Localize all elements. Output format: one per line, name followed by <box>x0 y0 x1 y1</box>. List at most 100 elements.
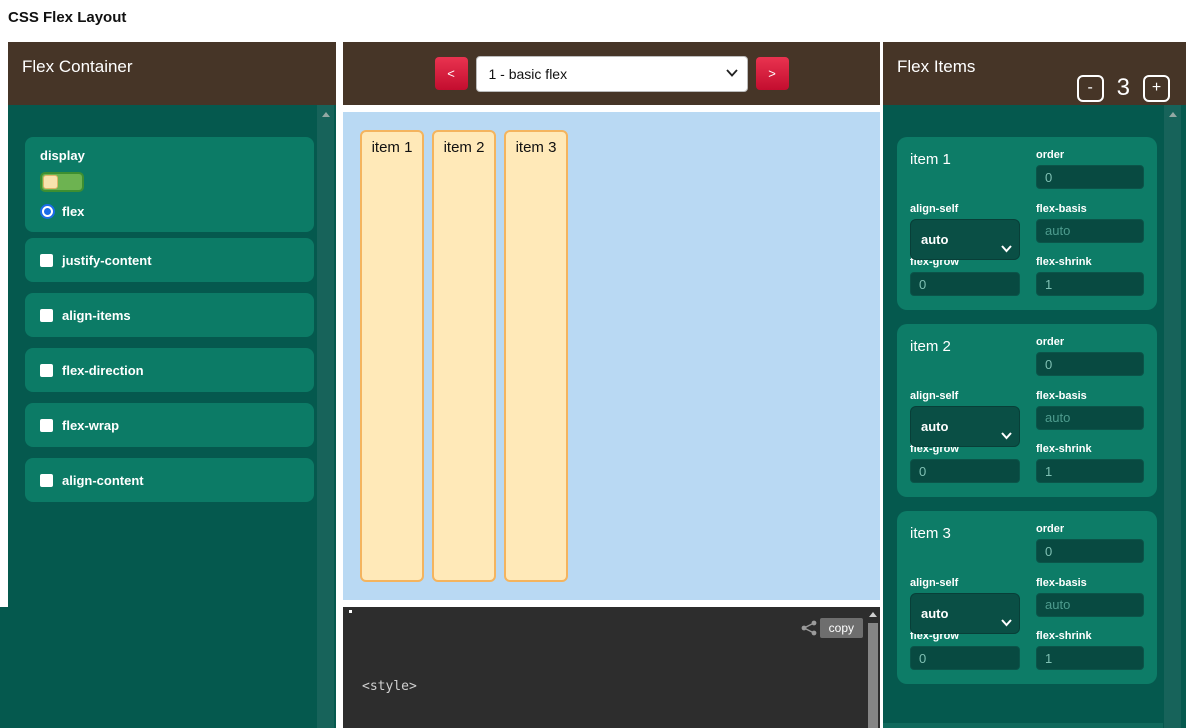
checkbox-align-content[interactable] <box>40 474 53 487</box>
copy-button[interactable]: copy <box>820 618 863 638</box>
flex-container-body: display flex justify-content align-item <box>8 105 336 728</box>
app-root: CSS Flex Layout Flex Container display f… <box>0 0 1199 728</box>
items-count-decrement-button[interactable]: - <box>1077 75 1104 102</box>
align-self-field: align-self auto <box>910 577 1020 619</box>
align-self-field: align-self auto <box>910 203 1020 245</box>
code-caret-dot <box>349 610 352 613</box>
checkbox-flex-wrap[interactable] <box>40 419 53 432</box>
flex-shrink-label: flex-shrink <box>1036 443 1144 455</box>
order-field: order <box>1036 336 1144 378</box>
order-field: order <box>1036 149 1144 191</box>
scrollbar-thumb[interactable] <box>868 623 878 728</box>
flex-shrink-field: flex-shrink <box>1036 630 1144 672</box>
flex-basis-field: flex-basis <box>1036 577 1144 619</box>
code-line: <style> <box>362 677 511 696</box>
stage-flex-item: item 3 <box>504 130 568 582</box>
option-label: align-items <box>62 308 131 323</box>
code-block: <style> .flex-container { display: flex; <box>362 639 511 728</box>
page-title: CSS Flex Layout <box>8 9 126 26</box>
flex-basis-input[interactable] <box>1036 219 1144 243</box>
flex-shrink-label: flex-shrink <box>1036 630 1144 642</box>
display-toggle[interactable] <box>40 172 84 192</box>
flex-basis-input[interactable] <box>1036 406 1144 430</box>
flex-radio-label: flex <box>62 204 84 219</box>
items-count-increment-button[interactable]: + <box>1143 75 1170 102</box>
flex-radio[interactable] <box>40 204 55 219</box>
items-count-value: 3 <box>1117 74 1130 102</box>
item-card-title: item 3 <box>910 523 1020 565</box>
share-icon[interactable] <box>800 620 818 641</box>
bottom-left-strip <box>0 607 8 728</box>
right-panel-hscrollbar[interactable] <box>883 723 1163 728</box>
display-label: display <box>40 148 299 163</box>
flex-basis-field: flex-basis <box>1036 390 1144 432</box>
preset-prev-button[interactable]: < <box>435 57 468 90</box>
stage-flex-item: item 1 <box>360 130 424 582</box>
order-label: order <box>1036 523 1144 535</box>
flex-basis-label: flex-basis <box>1036 577 1144 589</box>
flex-basis-input[interactable] <box>1036 593 1144 617</box>
order-field: order <box>1036 523 1144 565</box>
flex-container-panel: Flex Container display flex justify-cont… <box>8 42 336 728</box>
checkbox-flex-direction[interactable] <box>40 364 53 377</box>
align-self-select[interactable]: auto <box>910 593 1020 635</box>
align-self-label: align-self <box>910 390 1020 402</box>
align-self-field: align-self auto <box>910 390 1020 432</box>
flex-shrink-label: flex-shrink <box>1036 256 1144 268</box>
align-self-select[interactable]: auto <box>910 406 1020 448</box>
option-label: justify-content <box>62 253 152 268</box>
scrollbar-up-arrow-icon[interactable] <box>322 112 330 117</box>
left-panel-scrollbar[interactable] <box>317 105 334 728</box>
option-card-flex-direction[interactable]: flex-direction <box>25 348 314 392</box>
align-self-label: align-self <box>910 577 1020 589</box>
checkbox-justify-content[interactable] <box>40 254 53 267</box>
option-label: align-content <box>62 473 144 488</box>
option-label: flex-direction <box>62 363 144 378</box>
preset-next-button[interactable]: > <box>756 57 789 90</box>
item-card-2: item 2 order align-self auto <box>897 324 1157 497</box>
order-input[interactable] <box>1036 165 1144 189</box>
option-card-justify-content[interactable]: justify-content <box>25 238 314 282</box>
checkbox-align-items[interactable] <box>40 309 53 322</box>
preset-select[interactable]: 1 - basic flex <box>476 56 748 92</box>
flex-grow-input[interactable] <box>910 646 1020 670</box>
item-card-3: item 3 order align-self auto <box>897 511 1157 684</box>
right-panel-scrollbar[interactable] <box>1164 105 1181 728</box>
scrollbar-up-arrow-icon[interactable] <box>1169 112 1177 117</box>
align-self-label: align-self <box>910 203 1020 215</box>
display-card: display flex <box>25 137 314 232</box>
flex-shrink-input[interactable] <box>1036 459 1144 483</box>
flex-container-title: Flex Container <box>22 57 133 77</box>
item-card-title: item 1 <box>910 149 1020 191</box>
items-counter: - 3 + <box>1077 74 1170 102</box>
flex-grow-input[interactable] <box>910 459 1020 483</box>
item-card-1: item 1 order align-self auto <box>897 137 1157 310</box>
toggle-knob <box>43 175 58 189</box>
order-label: order <box>1036 149 1144 161</box>
flex-grow-field: flex-grow <box>910 256 1020 298</box>
flex-basis-label: flex-basis <box>1036 390 1144 402</box>
flex-shrink-input[interactable] <box>1036 646 1144 670</box>
flex-grow-field: flex-grow <box>910 630 1020 672</box>
flex-radio-row[interactable]: flex <box>40 204 299 219</box>
flex-shrink-field: flex-shrink <box>1036 256 1144 298</box>
order-input[interactable] <box>1036 539 1144 563</box>
code-scrollbar[interactable] <box>867 607 879 728</box>
code-panel: <style> .flex-container { display: flex;… <box>343 607 880 728</box>
align-self-select[interactable]: auto <box>910 219 1020 261</box>
option-card-flex-wrap[interactable]: flex-wrap <box>25 403 314 447</box>
flex-grow-input[interactable] <box>910 272 1020 296</box>
flex-items-panel: Flex Items - 3 + item 1 order align-self <box>883 42 1186 728</box>
option-card-align-content[interactable]: align-content <box>25 458 314 502</box>
order-label: order <box>1036 336 1144 348</box>
item-card-title: item 2 <box>910 336 1020 378</box>
option-card-align-items[interactable]: align-items <box>25 293 314 337</box>
flex-shrink-input[interactable] <box>1036 272 1144 296</box>
flex-items-title: Flex Items <box>897 57 975 77</box>
preview-column: < 1 - basic flex > item 1 item 2 item 3 … <box>343 42 880 728</box>
stage-flex-item: item 2 <box>432 130 496 582</box>
flex-preview-stage: item 1 item 2 item 3 <box>343 112 880 600</box>
scrollbar-up-arrow-icon[interactable] <box>869 612 877 617</box>
option-label: flex-wrap <box>62 418 119 433</box>
order-input[interactable] <box>1036 352 1144 376</box>
